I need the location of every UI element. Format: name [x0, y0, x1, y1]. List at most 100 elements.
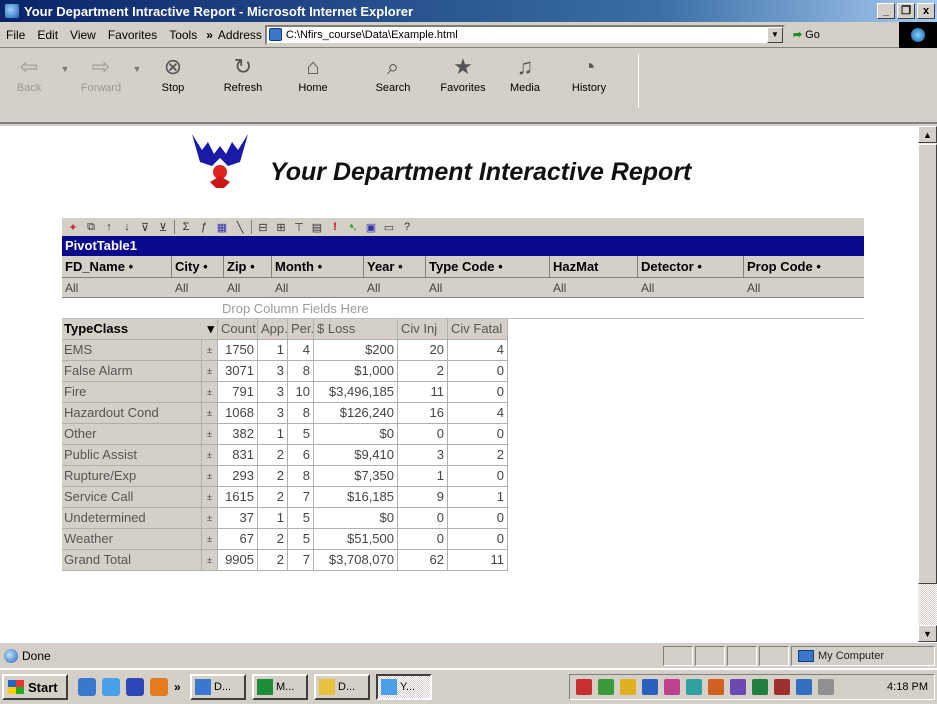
column-header-app[interactable]: App.	[258, 319, 288, 340]
media-button[interactable]: ♫ Media	[496, 54, 554, 94]
row-label[interactable]: Service Call	[62, 487, 202, 508]
security-zone[interactable]: My Computer	[791, 645, 935, 666]
tray-icon-5[interactable]	[664, 679, 680, 695]
volume-icon[interactable]	[818, 679, 834, 695]
filter-value-hazmat[interactable]: All	[550, 278, 638, 297]
pivot-calculated-icon[interactable]: ƒ	[197, 221, 211, 233]
row-label[interactable]: Other	[62, 424, 202, 445]
cell-civ-inj[interactable]: 2	[398, 361, 448, 382]
history-button[interactable]: ◔ History	[560, 54, 618, 94]
row-label[interactable]: Hazardout Cond	[62, 403, 202, 424]
menu-tools[interactable]: Tools	[163, 28, 203, 42]
filter-value-zip[interactable]: All	[224, 278, 272, 297]
cell-count[interactable]: 831	[218, 445, 258, 466]
pivot-percent-icon[interactable]: ╲	[233, 221, 247, 234]
pivot-field-list-icon[interactable]: ▣	[364, 221, 378, 234]
system-clock[interactable]: 4:18 PM	[887, 681, 934, 693]
pivot-sort-desc-icon[interactable]: ↓	[120, 221, 134, 233]
row-label[interactable]: Weather	[62, 529, 202, 550]
menu-overflow-chevron[interactable]: »	[203, 28, 216, 42]
cell-loss[interactable]: $3,496,185	[314, 382, 398, 403]
filter-field-prop-code[interactable]: Prop Code •	[744, 256, 864, 277]
expand-collapse-icon[interactable]: ±	[202, 424, 218, 445]
cell-count[interactable]: 293	[218, 466, 258, 487]
pivot-filter-icon[interactable]: ⊻	[156, 221, 170, 234]
column-header-per[interactable]: Per.	[288, 319, 314, 340]
cell-civ-fatal[interactable]: 0	[448, 466, 508, 487]
cell-civ-fatal[interactable]: 1	[448, 487, 508, 508]
column-header-civ-fatal[interactable]: Civ Fatal	[448, 319, 508, 340]
cell-app[interactable]: 2	[258, 487, 288, 508]
menu-edit[interactable]: Edit	[31, 28, 64, 42]
cell-per[interactable]: 5	[288, 424, 314, 445]
row-field-dropdown-icon[interactable]: ▾	[207, 319, 214, 339]
menu-file[interactable]: File	[0, 28, 31, 42]
pivot-subtotal-icon[interactable]: Σ	[179, 221, 193, 233]
cell-civ-fatal[interactable]: 2	[448, 445, 508, 466]
cell-count[interactable]: 3071	[218, 361, 258, 382]
row-label[interactable]: False Alarm	[62, 361, 202, 382]
filter-value-fd-name[interactable]: All	[62, 278, 172, 297]
cell-civ-fatal[interactable]: 11	[448, 550, 508, 571]
close-button[interactable]: x	[917, 3, 935, 19]
cell-loss[interactable]: $200	[314, 340, 398, 361]
stop-button[interactable]: ⊗ Stop	[144, 54, 202, 94]
cell-loss[interactable]: $3,708,070	[314, 550, 398, 571]
cell-per[interactable]: 8	[288, 466, 314, 487]
quicklaunch-overflow-chevron[interactable]: »	[174, 678, 184, 696]
cell-count[interactable]: 382	[218, 424, 258, 445]
ie-quicklaunch-icon[interactable]	[102, 678, 120, 696]
cell-per[interactable]: 5	[288, 529, 314, 550]
filter-value-type-code[interactable]: All	[426, 278, 550, 297]
expand-collapse-icon[interactable]: ±	[202, 382, 218, 403]
cell-loss[interactable]: $0	[314, 508, 398, 529]
cell-civ-inj[interactable]: 62	[398, 550, 448, 571]
row-label[interactable]: EMS	[62, 340, 202, 361]
taskbar-item-2[interactable]: M...	[252, 674, 308, 700]
pivot-copy-icon[interactable]: ⧉	[84, 221, 98, 234]
address-dropdown-button[interactable]: ▼	[766, 26, 783, 43]
cell-per[interactable]: 5	[288, 508, 314, 529]
search-button[interactable]: ⌕ Search	[364, 54, 422, 94]
tray-icon-8[interactable]	[730, 679, 746, 695]
expand-collapse-icon[interactable]: ±	[202, 487, 218, 508]
home-button[interactable]: ⌂ Home	[284, 54, 342, 94]
menu-view[interactable]: View	[64, 28, 102, 42]
filter-value-city[interactable]: All	[172, 278, 224, 297]
tray-icon-6[interactable]	[686, 679, 702, 695]
cell-civ-inj[interactable]: 20	[398, 340, 448, 361]
cell-civ-inj[interactable]: 3	[398, 445, 448, 466]
start-button[interactable]: Start	[2, 674, 68, 700]
back-button[interactable]: ⇦ Back	[0, 54, 58, 94]
cell-count[interactable]: 791	[218, 382, 258, 403]
filter-field-zip[interactable]: Zip •	[224, 256, 272, 277]
row-field-typeclass[interactable]: TypeClass ▾	[62, 319, 218, 340]
cell-civ-inj[interactable]: 11	[398, 382, 448, 403]
cell-app[interactable]: 2	[258, 550, 288, 571]
cell-count[interactable]: 1750	[218, 340, 258, 361]
expand-collapse-icon[interactable]: ±	[202, 445, 218, 466]
filter-field-type-code[interactable]: Type Code •	[426, 256, 550, 277]
cell-civ-fatal[interactable]: 0	[448, 508, 508, 529]
filter-field-fd-name[interactable]: FD_Name •	[62, 256, 172, 277]
filter-value-year[interactable]: All	[364, 278, 426, 297]
cell-civ-inj[interactable]: 1	[398, 466, 448, 487]
expand-collapse-icon[interactable]: ±	[202, 508, 218, 529]
menu-favorites[interactable]: Favorites	[102, 28, 163, 42]
pivot-properties-icon[interactable]: ▭	[382, 221, 396, 234]
cell-per[interactable]: 10	[288, 382, 314, 403]
refresh-button[interactable]: ↻ Refresh	[214, 54, 272, 94]
cell-civ-inj[interactable]: 0	[398, 424, 448, 445]
forward-dropdown-arrow[interactable]: ▼	[130, 54, 144, 74]
cell-civ-fatal[interactable]: 0	[448, 382, 508, 403]
address-bar[interactable]: C:\Nfirs_course\Data\Example.html ▼	[264, 24, 785, 45]
cell-loss[interactable]: $7,350	[314, 466, 398, 487]
cell-per[interactable]: 6	[288, 445, 314, 466]
address-input[interactable]: C:\Nfirs_course\Data\Example.html	[286, 29, 767, 41]
filter-field-city[interactable]: City •	[172, 256, 224, 277]
cell-civ-inj[interactable]: 9	[398, 487, 448, 508]
tray-icon-4[interactable]	[642, 679, 658, 695]
scroll-down-button[interactable]: ▼	[918, 625, 937, 642]
pivot-chart-icon[interactable]: ▦	[215, 221, 229, 234]
cell-civ-fatal[interactable]: 0	[448, 529, 508, 550]
